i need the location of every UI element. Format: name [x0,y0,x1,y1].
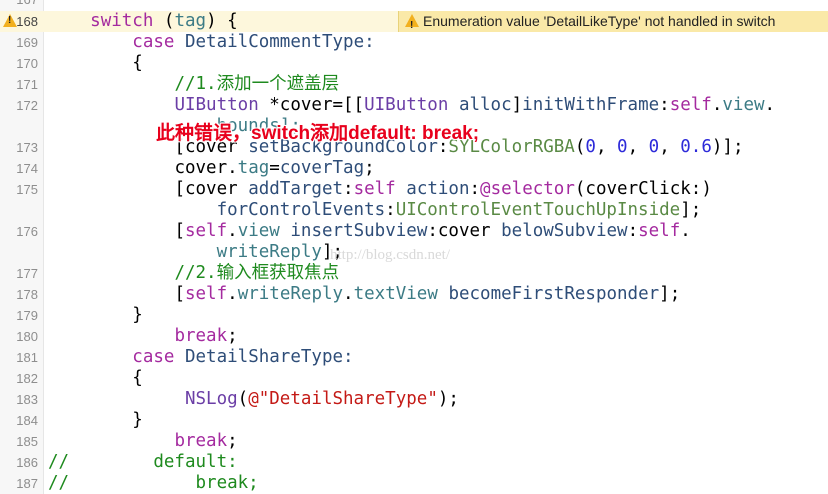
line-number: 175 [16,182,38,197]
line-number: 176 [16,224,38,239]
line-number: 180 [16,329,38,344]
line-number: 174 [16,161,38,176]
watermark: http://blog.csdn.net/ [330,247,450,263]
code-line-181[interactable]: 181 case DetailShareType: [0,347,828,368]
code-text: } [132,410,143,430]
code-text: UIButton *cover=[[UIButton alloc]initWit… [174,95,776,115]
line-number: 187 [16,476,38,491]
code-line-183[interactable]: 183 NSLog(@"DetailShareType"); [0,389,828,410]
line-number: 184 [16,413,38,428]
code-text: { [132,53,143,73]
code-line-186[interactable]: 186 // default: [0,452,828,473]
line-number: 172 [16,98,38,113]
code-line-175[interactable]: 175 [cover addTarget:self action:@select… [0,179,828,200]
code-text: cover.tag=coverTag; [174,158,375,178]
issue-banner[interactable]: Enumeration value 'DetailLikeType' not h… [398,11,828,36]
code-line-174[interactable]: 174 cover.tag=coverTag; [0,158,828,179]
code-text: writeReply]; [216,242,344,262]
code-line-171[interactable]: 171 //1.添加一个遮盖层 [0,74,828,95]
code-line-175-wrap[interactable]: forControlEvents:UIControlEventTouchUpIn… [0,200,828,221]
code-line-168[interactable]: 168 switch (tag) { Enumeration value 'De… [0,11,828,36]
code-text: // break; [48,473,259,493]
line-number: 183 [16,392,38,407]
line-number: 167 [0,0,38,10]
code-text: switch (tag) { [90,11,238,31]
line-number: 185 [16,434,38,449]
code-text: //1.添加一个遮盖层 [174,74,340,94]
line-number: 173 [16,140,38,155]
code-text: case DetailCommentType: [132,32,375,52]
line-number: 186 [16,455,38,470]
code-line-170[interactable]: 170 { [0,53,828,74]
code-text: [cover addTarget:self action:@selector(c… [174,179,712,199]
code-text: break; [174,431,238,451]
line-number: 171 [16,77,38,92]
code-editor[interactable]: 167 168 switch (tag) { Enumeration value… [0,0,828,494]
code-line-177[interactable]: 177 //2.输入框获取焦点 [0,263,828,284]
code-text: NSLog(@"DetailShareType"); [184,389,459,409]
line-number: 170 [16,56,38,71]
code-line-169[interactable]: 169 case DetailCommentType: [0,32,828,53]
line-number: 169 [16,35,38,50]
annotation-text: 此种错误，switch添加default: break; [156,123,480,144]
line-number: 177 [16,266,38,281]
code-line-180[interactable]: 180 break; [0,326,828,347]
line-number: 182 [16,371,38,386]
code-line-167[interactable]: 167 [0,0,828,10]
code-text: case DetailShareType: [132,347,354,367]
code-line-172[interactable]: 172 UIButton *cover=[[UIButton alloc]ini… [0,95,828,116]
code-text: // default: [48,452,238,472]
line-number: 178 [16,287,38,302]
line-number: 168 [16,14,38,29]
line-number: 179 [16,308,38,323]
code-line-182[interactable]: 182 { [0,368,828,389]
code-text: break; [174,326,238,346]
code-line-184[interactable]: 184 } [0,410,828,431]
code-text: } [132,305,143,325]
code-line-179[interactable]: 179 } [0,305,828,326]
line-number: 181 [16,350,38,365]
code-text: { [132,368,143,388]
code-text: [self.view insertSubview:cover belowSubv… [174,221,691,241]
code-text: //2.输入框获取焦点 [174,263,340,283]
code-line-187[interactable]: 187 // break; [0,473,828,494]
warning-icon [405,14,419,36]
issue-message: Enumeration value 'DetailLikeType' not h… [423,13,776,29]
code-text: forControlEvents:UIControlEventTouchUpIn… [216,200,702,220]
code-text: [self.writeReply.textView becomeFirstRes… [174,284,681,304]
code-line-185[interactable]: 185 break; [0,431,828,452]
code-line-178[interactable]: 178 [self.writeReply.textView becomeFirs… [0,284,828,305]
code-line-176[interactable]: 176 [self.view insertSubview:cover below… [0,221,828,242]
